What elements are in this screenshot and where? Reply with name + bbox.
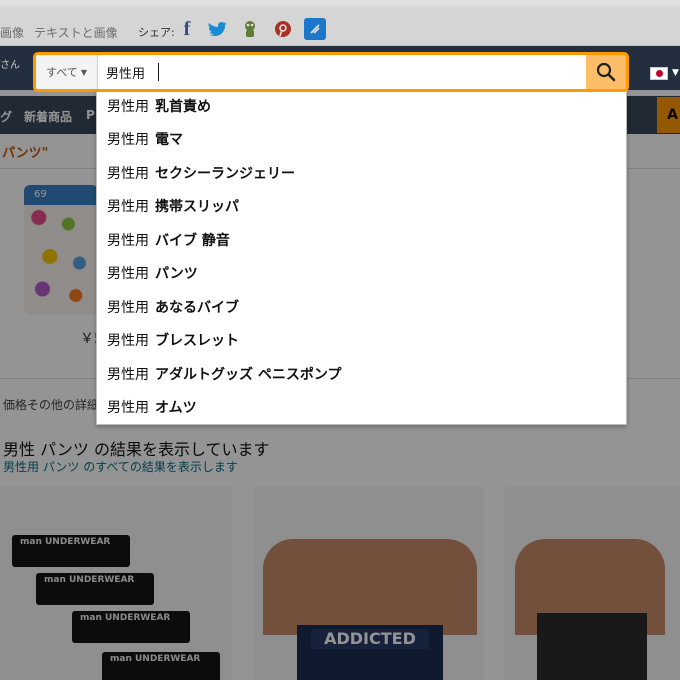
product-brand-band: ADDICTED [311, 629, 429, 649]
product-card[interactable]: man UNDERWEAR man UNDERWEAR man UNDERWEA… [0, 487, 232, 680]
product-card[interactable] [505, 487, 680, 680]
suggestion-completion: 電マ [155, 132, 183, 148]
suggestion-base: 男性用 [107, 300, 149, 316]
price-detail-link[interactable]: 価格その他の詳細 [3, 396, 99, 413]
suggestion-base: 男性用 [107, 400, 149, 416]
suggestion-item[interactable]: 男性用 乳首責め [107, 95, 617, 117]
search-bar: すべて ▼ 男性用 [33, 52, 629, 92]
suggestion-base: 男性用 [107, 132, 149, 148]
subnav-item-prime[interactable]: P [86, 108, 95, 122]
text-cursor [158, 63, 160, 81]
search-query-text: 男性用 [106, 66, 146, 82]
search-scope-dropdown[interactable]: すべて ▼ [36, 55, 98, 89]
share-bar: 画像 テキストと画像 シェア: f [0, 0, 680, 46]
suggestion-base: 男性用 [107, 199, 149, 215]
suggestion-completion: アダルトグッズ ペニスポンプ [155, 367, 342, 383]
chevron-down-icon[interactable]: ▼ [672, 68, 679, 78]
product-band-label: 69 [24, 185, 98, 205]
product-thumbnail: man UNDERWEAR [102, 652, 220, 680]
suggestion-item[interactable]: 男性用 携帯スリッパ [107, 195, 617, 217]
suggestion-completion: 乳首責め [155, 99, 211, 115]
subnav-item-partial[interactable]: グ [0, 108, 12, 125]
suggestion-item[interactable]: 男性用 オムツ [107, 396, 617, 418]
search-hint: パンツ" [2, 146, 49, 161]
suggestion-item[interactable]: 男性用 アダルトグッズ ペニスポンプ [107, 363, 617, 385]
pinterest-icon[interactable] [272, 18, 294, 40]
suggestion-base: 男性用 [107, 99, 149, 115]
share-label: シェア: [138, 26, 175, 39]
account-greeting[interactable]: さん [0, 56, 20, 71]
product-photo [263, 539, 477, 635]
tab-text-and-image[interactable]: テキストと画像 [34, 24, 118, 41]
product-thumbnail: man UNDERWEAR [12, 535, 130, 567]
product-thumbnail: man UNDERWEAR [36, 573, 154, 605]
suggestion-completion: パンツ [155, 266, 198, 282]
search-suggestions: 男性用 乳首責め 男性用 電マ 男性用 セクシーランジェリー 男性用 携帯スリッパ 男性… [96, 89, 627, 425]
japan-flag-icon[interactable] [650, 67, 668, 80]
suggestion-completion: あなるバイブ [155, 300, 239, 316]
product-thumbnail: man UNDERWEAR [72, 611, 190, 643]
suggestion-completion: セクシーランジェリー [155, 166, 295, 182]
suggestion-item[interactable]: 男性用 電マ [107, 128, 617, 150]
subnav-item-new-arrivals[interactable]: 新着商品 [24, 108, 72, 125]
suggestion-item[interactable]: 男性用 パンツ [107, 262, 617, 284]
chevron-down-icon: ▼ [80, 67, 87, 77]
promo-banner[interactable]: A [657, 97, 680, 133]
search-input[interactable]: 男性用 [98, 55, 586, 89]
suggestion-item[interactable]: 男性用 バイブ 静音 [107, 229, 617, 251]
search-scope-label: すべて [46, 66, 78, 79]
suggestion-base: 男性用 [107, 367, 149, 383]
all-results-link[interactable]: 男性用 パンツ のすべての結果を表示します [3, 458, 238, 475]
suggestion-completion: ブレスレット [155, 333, 239, 349]
goodreads-icon[interactable] [239, 18, 261, 40]
search-icon [596, 62, 616, 82]
product-photo [537, 613, 647, 680]
twitter-icon[interactable] [206, 18, 228, 40]
suggestion-completion: オムツ [155, 400, 197, 416]
suggestion-base: 男性用 [107, 333, 149, 349]
facebook-icon[interactable]: f [176, 18, 198, 40]
product-card[interactable]: ADDICTED [253, 487, 485, 680]
suggestion-item[interactable]: 男性用 セクシーランジェリー [107, 162, 617, 184]
suggestion-base: 男性用 [107, 233, 149, 249]
results-heading: 男性 パンツ の結果を表示しています [3, 440, 270, 459]
suggestion-completion: 携帯スリッパ [155, 199, 239, 215]
suggestion-completion: バイブ 静音 [155, 233, 230, 249]
product-image[interactable]: 69 [24, 185, 98, 315]
suggestion-base: 男性用 [107, 266, 149, 282]
blog-icon[interactable] [304, 18, 326, 40]
suggestion-item[interactable]: 男性用 ブレスレット [107, 329, 617, 351]
suggestion-item[interactable]: 男性用 あなるバイブ [107, 296, 617, 318]
suggestion-base: 男性用 [107, 166, 149, 182]
search-button[interactable] [586, 55, 626, 89]
tab-image[interactable]: 画像 [0, 24, 24, 41]
